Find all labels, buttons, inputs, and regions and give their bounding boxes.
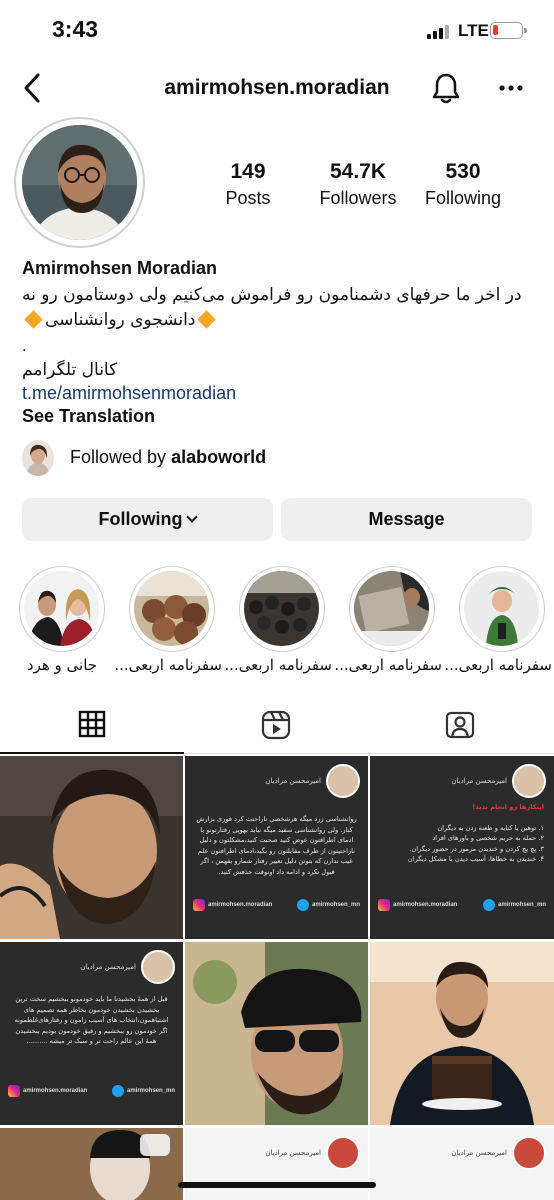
highlight-cover (244, 571, 319, 646)
following-button[interactable]: Following (22, 498, 273, 541)
reels-icon (261, 710, 291, 745)
tab-tagged[interactable] (368, 700, 552, 754)
highlight-label: سفرنامه اربعی... (114, 656, 222, 674)
post-thumbnail[interactable] (370, 942, 554, 1125)
post-caption-text: قبل از همهٔ بخشیدنا ما باید خودمونو ببخش… (14, 995, 169, 1045)
more-options-icon[interactable] (496, 76, 528, 100)
highlight-item[interactable]: سفرنامه اربعی... (444, 566, 552, 674)
highlight-cover (24, 571, 99, 646)
following-button-label: Following (98, 509, 183, 529)
followed-by-row[interactable]: Followed by alaboworld (22, 438, 422, 478)
post-thumbnail[interactable] (185, 942, 368, 1125)
post-author-name: امیرمحسن مرادیان (265, 1149, 321, 1157)
orange-diamond-icon (197, 310, 217, 329)
post-author-name: امیرمحسن مرادیان (265, 777, 321, 785)
home-indicator (178, 1182, 376, 1188)
profile-actions: Following Message (22, 498, 532, 542)
profile-full-name: Amirmohsen Moradian (22, 258, 218, 278)
stat-followers-value: 54.7K (329, 160, 387, 183)
status-time: 3:43 (52, 16, 99, 42)
post-list-title: اینکارها رو انجام ندید! (472, 803, 544, 811)
stat-posts[interactable]: 149 Posts (196, 160, 300, 209)
twitter-icon (296, 899, 309, 911)
highlight-item[interactable]: سفرنامه اربعی... (224, 566, 332, 674)
highlight-item[interactable]: جانی و هرد (12, 566, 112, 674)
signal-icon (427, 25, 451, 39)
profile-header: amirmohsen.moradian (0, 62, 554, 114)
post-author-name: امیرمحسن مرادیان (451, 1149, 507, 1157)
stat-following-value: 530 (445, 160, 481, 183)
profile-bio: Amirmohsen Moradian در اخر ما حرفهای دشم… (22, 258, 534, 427)
post-thumbnail[interactable]: امیرمحسن مرادیان روانشناسی زرد میگه هرشخ… (185, 756, 368, 939)
network-type: LTE (458, 21, 489, 40)
post-twitter-handle: amirmohsen_mn (482, 899, 546, 911)
twitter-icon (111, 1085, 124, 1097)
highlight-label: سفرنامه اربعی... (444, 656, 552, 674)
post-caption-text: روانشناسی زرد میگه هرشخصی ناراحتت کرد فو… (196, 815, 357, 876)
post-thumbnail[interactable]: امیرمحسن مرادیان اینکارها رو انجام ندید!… (370, 756, 554, 939)
post-author-avatar (141, 950, 175, 984)
post-thumbnail[interactable] (0, 1128, 183, 1200)
status-bar: 3:43 LTE (0, 0, 554, 62)
bio-link[interactable]: t.me/amirmohsenmoradian (22, 383, 534, 404)
highlight-label: سفرنامه اربعی... (334, 656, 442, 674)
post-author-name: امیرمحسن مرادیان (451, 777, 507, 785)
post-twitter-handle: amirmohsen_mn (296, 899, 360, 911)
notification-bell-icon[interactable] (430, 71, 462, 105)
highlight-label: جانی و هرد (26, 656, 98, 674)
twitter-icon (482, 899, 495, 911)
tab-reels[interactable] (184, 700, 368, 754)
highlight-label: سفرنامه اربعی... (224, 656, 332, 674)
tagged-icon (445, 710, 475, 745)
posts-grid: امیرمحسن مرادیان روانشناسی زرد میگه هرشخ… (0, 756, 554, 1200)
grid-icon (78, 710, 106, 743)
post-thumbnail[interactable]: امیرمحسن مرادیان (370, 1128, 554, 1200)
profile-tabs (0, 700, 554, 754)
message-button-label: Message (368, 509, 445, 529)
bio-line-1: در اخر ما حرفهای دشمنامون رو فراموش می‌ک… (22, 285, 522, 305)
post-author-avatar (326, 1136, 360, 1170)
highlight-item[interactable]: سفرنامه اربعی... (114, 566, 222, 674)
stat-followers-label: Followers (319, 188, 397, 208)
post-instagram-handle: amirmohsen.moradian (378, 899, 457, 911)
tab-posts-grid[interactable] (0, 700, 184, 754)
followed-by-text: Followed by alaboworld (70, 447, 267, 467)
post-instagram-handle: amirmohsen.moradian (193, 899, 272, 911)
post-author-avatar (326, 764, 360, 798)
follower-avatar (22, 440, 54, 476)
see-translation-link[interactable]: See Translation (22, 406, 534, 427)
post-thumbnail[interactable]: امیرمحسن مرادیان (185, 1128, 368, 1200)
highlight-cover (134, 571, 209, 646)
orange-diamond-icon (24, 310, 43, 329)
battery-icon (490, 22, 527, 39)
post-twitter-handle: amirmohsen_mn (111, 1085, 175, 1097)
bio-line-4: کانال تلگرامم (22, 360, 118, 380)
post-list-text: اینکارها رو انجام ندید! ۱. توهین یا کنای… (380, 802, 544, 865)
profile-avatar-ring[interactable] (14, 117, 145, 248)
stat-posts-value: 149 (230, 160, 266, 183)
post-author-avatar (512, 1136, 546, 1170)
post-instagram-handle: amirmohsen.moradian (8, 1085, 87, 1097)
stat-following[interactable]: 530 Following (410, 160, 516, 209)
post-thumbnail[interactable] (0, 756, 183, 939)
chevron-down-icon (186, 511, 199, 523)
post-author-name: امیرمحسن مرادیان (80, 963, 136, 971)
bio-line-3: . (22, 336, 27, 355)
post-author-avatar (512, 764, 546, 798)
highlight-cover (354, 571, 429, 646)
header-username: amirmohsen.moradian (164, 76, 390, 99)
highlight-cover (464, 571, 539, 646)
post-thumbnail[interactable]: امیرمحسن مرادیان قبل از همهٔ بخشیدنا ما … (0, 942, 183, 1125)
stat-following-label: Following (424, 188, 502, 208)
highlight-item[interactable]: سفرنامه اربعی... (334, 566, 442, 674)
profile-avatar (22, 125, 137, 240)
instagram-icon (193, 899, 205, 911)
stat-followers[interactable]: 54.7K Followers (304, 160, 412, 209)
message-button[interactable]: Message (281, 498, 532, 541)
story-highlights: جانی و هرد سفرنامه اربعی... سفرنامه اربع… (0, 566, 554, 686)
bio-line-2: دانشجوی روانشناسی (22, 308, 534, 333)
instagram-icon (8, 1085, 20, 1097)
stat-posts-label: Posts (225, 188, 271, 208)
instagram-icon (378, 899, 390, 911)
